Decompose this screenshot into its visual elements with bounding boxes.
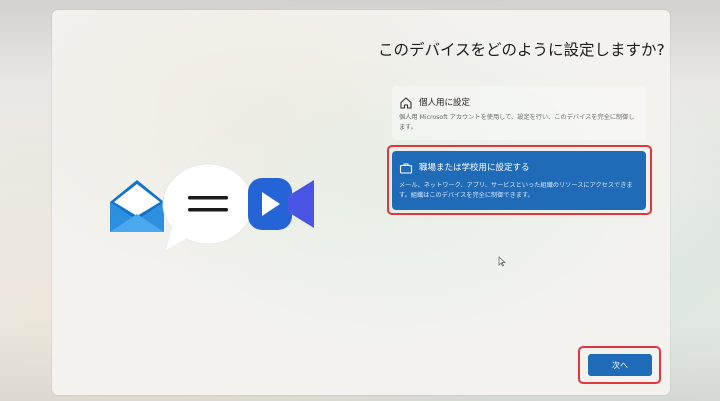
video-camera-icon bbox=[248, 178, 314, 230]
option-description: 個人用 Microsoft アカウントを使用して、設定を行い、このデバイスを完全… bbox=[399, 114, 635, 131]
highlight-box-work-option bbox=[387, 145, 652, 215]
home-icon bbox=[399, 95, 413, 109]
page-title: このデバイスをどのように設定しますか? bbox=[378, 41, 665, 59]
option-personal-setup[interactable]: 個人用に設定 個人用 Microsoft アカウントを使用して、設定を行い、この… bbox=[392, 86, 646, 140]
chat-bubble-icon bbox=[162, 163, 254, 250]
option-header: 個人用に設定 bbox=[399, 95, 470, 109]
mouse-cursor-icon bbox=[498, 256, 506, 267]
illustration bbox=[108, 160, 318, 255]
highlight-box-next-button bbox=[578, 346, 661, 384]
option-label: 個人用に設定 bbox=[419, 98, 471, 108]
